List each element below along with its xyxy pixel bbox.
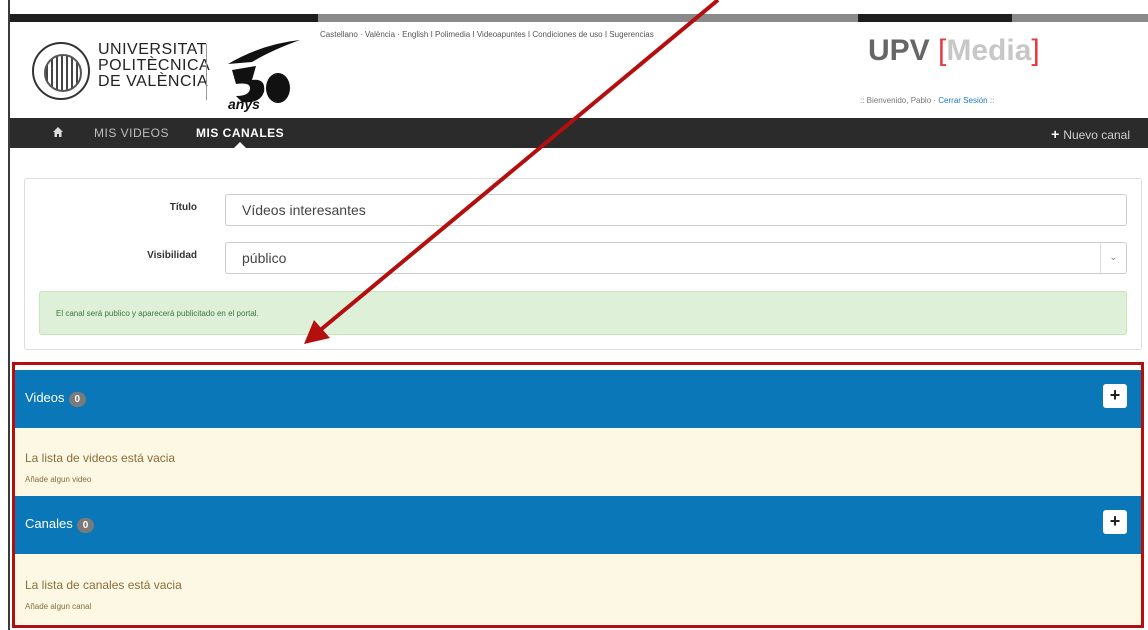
link-english[interactable]: English <box>402 30 428 39</box>
title-input[interactable]: Vídeos interesantes <box>225 194 1127 226</box>
university-name-line: DE VALÈNCIA <box>98 73 209 90</box>
visibility-select[interactable]: público ⌄ <box>225 242 1127 274</box>
university-name-line: UNIVERSITAT <box>98 41 207 58</box>
logo-divider <box>206 44 207 100</box>
link-sugerencias[interactable]: Sugerencias <box>609 30 653 39</box>
welcome-text: :: Bienvenido, Pablo · <box>860 96 937 105</box>
university-name-line: POLITÈCNICA <box>98 57 211 74</box>
channel-form-panel: Título Vídeos interesantes Visibilidad p… <box>24 178 1142 350</box>
page: UNIVERSITAT POLITÈCNICA DE VALÈNCIA anys… <box>0 0 1148 630</box>
home-icon[interactable] <box>52 126 64 138</box>
welcome-suffix: :: <box>989 96 995 105</box>
link-castellano[interactable]: Castellano <box>320 30 358 39</box>
plus-icon: + <box>1051 126 1060 142</box>
upv-media-logo[interactable]: UPV [Media] <box>868 34 1040 68</box>
top-stripe <box>1012 14 1148 22</box>
anniversary-label: anys <box>228 96 260 112</box>
top-stripe <box>858 14 1012 22</box>
active-tab-caret <box>234 142 246 148</box>
site-header: UNIVERSITAT POLITÈCNICA DE VALÈNCIA anys… <box>10 22 1148 118</box>
brand-upv: UPV <box>868 34 930 67</box>
nav-mis-canales[interactable]: MIS CANALES <box>196 126 284 140</box>
brand-media: Media <box>946 34 1032 67</box>
link-polimedia[interactable]: Polimedia <box>435 30 470 39</box>
welcome-bar: :: Bienvenido, Pablo · Cerrar Sesión :: <box>860 96 994 105</box>
university-seal-logo[interactable] <box>32 42 90 100</box>
nav-mis-videos[interactable]: MIS VIDEOS <box>94 126 169 140</box>
chevron-down-icon: ⌄ <box>1100 243 1126 273</box>
brand-bracket-right: ] <box>1031 34 1040 67</box>
top-stripe <box>318 14 858 22</box>
visibility-label: Visibilidad <box>147 250 197 261</box>
new-channel-button[interactable]: + Nuevo canal <box>1051 126 1130 142</box>
logout-link[interactable]: Cerrar Sesión <box>938 96 987 105</box>
link-valencia[interactable]: València <box>365 30 395 39</box>
visibility-alert: El canal será publico y aparecerá public… <box>39 291 1127 335</box>
language-links: Castellano · València · English I Polime… <box>320 30 654 39</box>
title-label: Título <box>169 202 197 213</box>
main-navbar: MIS VIDEOS MIS CANALES + Nuevo canal <box>10 118 1148 148</box>
link-videoapuntes[interactable]: Videoapuntes <box>477 30 526 39</box>
university-name[interactable]: UNIVERSITAT POLITÈCNICA DE VALÈNCIA <box>98 42 210 90</box>
link-condiciones[interactable]: Condiciones de uso <box>532 30 602 39</box>
annotation-highlight-box <box>12 362 1144 628</box>
top-stripe <box>10 14 318 22</box>
new-channel-label: Nuevo canal <box>1063 128 1130 142</box>
visibility-value: público <box>242 250 287 266</box>
